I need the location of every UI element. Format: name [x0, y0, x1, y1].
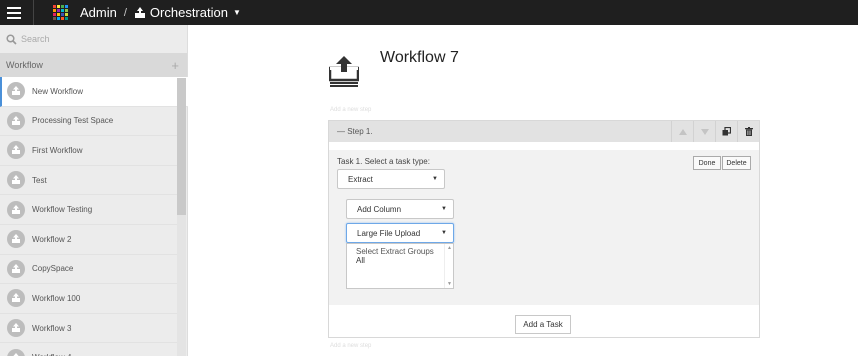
search-icon — [6, 33, 17, 45]
workflow-list: New Workflow Processing Test Space First W… — [0, 77, 188, 356]
section-dropdown[interactable]: Orchestration — [150, 5, 228, 20]
sidebar-item-label: Processing Test Space — [32, 116, 114, 126]
logo-tile — [61, 5, 64, 8]
sidebar-item-label: CopySpace — [32, 264, 74, 274]
sidebar-item-label: New Workflow — [32, 86, 83, 96]
step-panel: — Step 1. Task 1. Select a task type: Do… — [328, 120, 760, 338]
trash-icon[interactable] — [737, 121, 759, 142]
search-placeholder[interactable]: Search — [21, 34, 50, 44]
scroll-up-icon[interactable]: ▲ — [447, 245, 452, 251]
chevron-down-icon: ▼ — [441, 206, 447, 212]
top-bar: Admin / Orchestration ▼ — [0, 0, 858, 25]
app-logo-icon[interactable] — [53, 5, 68, 20]
scrollbar-thumb[interactable] — [177, 78, 186, 215]
add-step-link-bottom[interactable]: Add a new step — [330, 343, 371, 349]
workflow-section-header: Workflow + — [0, 53, 187, 77]
task-label: Task 1. Select a task type: — [337, 157, 430, 166]
sidebar-item-workflow[interactable]: Workflow 3 — [0, 314, 177, 344]
task-type-value: Extract — [348, 174, 373, 184]
sidebar-item-label: Test — [32, 175, 47, 185]
app-name[interactable]: Admin — [80, 5, 117, 20]
task-type-select[interactable]: Extract ▼ — [337, 169, 445, 189]
copy-icon[interactable] — [715, 121, 737, 142]
sidebar-item-workflow[interactable]: CopySpace — [0, 255, 177, 285]
logo-tile — [57, 13, 60, 16]
workflow-icon — [7, 348, 25, 356]
logo-tile — [65, 9, 68, 12]
move-up-icon[interactable] — [671, 121, 693, 142]
section-label: Workflow — [6, 60, 43, 70]
add-task-button[interactable]: Add a Task — [515, 315, 571, 334]
sidebar-item-workflow[interactable]: Processing Test Space — [0, 107, 177, 137]
logo-tile — [61, 9, 64, 12]
logo-tile — [65, 13, 68, 16]
upload-type-select[interactable]: Large File Upload ▼ — [346, 223, 454, 243]
sidebar-scrollbar[interactable] — [177, 78, 186, 356]
search-field[interactable]: Search — [0, 25, 187, 53]
sidebar-item-workflow[interactable]: Workflow 4 — [0, 343, 177, 356]
workflow-icon — [7, 289, 25, 308]
add-workflow-button[interactable]: + — [171, 58, 179, 73]
logo-tile — [61, 13, 64, 16]
sidebar-item-workflow[interactable]: Workflow 100 — [0, 284, 177, 314]
topbar-divider — [33, 0, 34, 25]
orchestration-icon — [134, 6, 145, 18]
logo-tile — [65, 5, 68, 8]
workflow-icon — [7, 259, 25, 278]
logo-tile — [57, 5, 60, 8]
logo-tile — [61, 17, 64, 20]
listbox-scrollbar[interactable]: ▲ ▼ — [444, 244, 453, 288]
add-step-link[interactable]: Add a new step — [330, 107, 371, 113]
logo-tile — [53, 17, 56, 20]
sidebar-item-label: Workflow Testing — [32, 205, 93, 215]
done-button[interactable]: Done — [693, 156, 721, 170]
workflow-icon — [7, 111, 25, 130]
logo-tile — [53, 9, 56, 12]
chevron-down-icon: ▼ — [432, 176, 438, 182]
sidebar: Search Workflow + New Workflow Processing… — [0, 25, 188, 356]
step-header[interactable]: — Step 1. — [329, 121, 759, 142]
sidebar-item-label: Workflow 2 — [32, 234, 72, 244]
logo-tile — [53, 5, 56, 8]
sidebar-item-workflow[interactable]: Workflow 2 — [0, 225, 177, 255]
page-title: Workflow 7 — [380, 49, 459, 66]
logo-tile — [53, 13, 56, 16]
sidebar-item-workflow[interactable]: Test — [0, 166, 177, 196]
task-area: Task 1. Select a task type: Done Delete … — [329, 150, 759, 305]
breadcrumb-separator: / — [123, 6, 127, 19]
chevron-down-icon[interactable]: ▼ — [233, 8, 241, 17]
scroll-down-icon[interactable]: ▼ — [447, 281, 452, 287]
step-title[interactable]: — Step 1. — [329, 127, 671, 136]
sidebar-item-label: Workflow 100 — [32, 293, 81, 303]
extract-groups-listbox[interactable]: Select Extract Groups All ▲ ▼ — [346, 243, 454, 289]
sidebar-item-workflow[interactable]: First Workflow — [0, 136, 177, 166]
workflow-icon — [7, 82, 25, 101]
workflow-icon — [7, 200, 25, 219]
logo-tile — [57, 17, 60, 20]
main-content: Workflow 7 Add a new step — Step 1. Task… — [189, 25, 858, 356]
column-action-value: Add Column — [357, 204, 402, 214]
column-action-select[interactable]: Add Column ▼ — [346, 199, 454, 219]
workflow-icon — [7, 141, 25, 160]
sidebar-item-workflow[interactable]: New Workflow — [0, 77, 188, 107]
extract-groups-placeholder[interactable]: Select Extract Groups — [356, 247, 453, 256]
sidebar-item-label: First Workflow — [32, 145, 83, 155]
workflow-icon — [7, 319, 25, 338]
sidebar-item-workflow[interactable]: Workflow Testing — [0, 195, 177, 225]
workflow-icon — [7, 171, 25, 190]
workflow-icon — [7, 230, 25, 249]
move-down-icon[interactable] — [693, 121, 715, 142]
workflow-upload-icon — [329, 56, 359, 87]
menu-icon[interactable] — [0, 0, 25, 25]
extract-group-option[interactable]: All — [356, 256, 453, 265]
sidebar-item-label: Workflow 3 — [32, 323, 72, 333]
chevron-down-icon: ▼ — [441, 230, 447, 236]
logo-tile — [57, 9, 60, 12]
logo-tile — [65, 17, 68, 20]
delete-button[interactable]: Delete — [722, 156, 751, 170]
upload-type-value: Large File Upload — [357, 228, 421, 238]
